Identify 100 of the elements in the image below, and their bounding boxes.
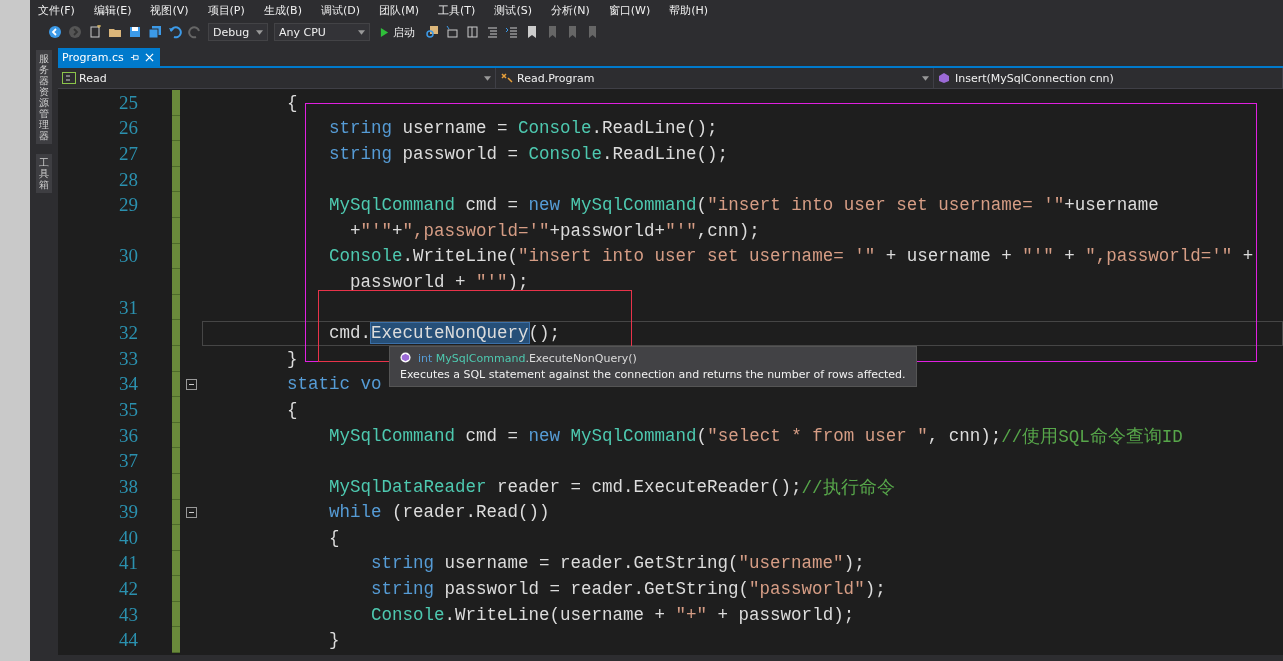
keyword-text: string bbox=[328, 144, 393, 164]
menu-item[interactable]: 工具(T) bbox=[438, 2, 476, 18]
menu-item[interactable]: 生成(B) bbox=[263, 2, 302, 18]
code-text: + username + bbox=[884, 246, 1013, 267]
code-text: reader = cmd.ExecuteReader(); bbox=[496, 476, 802, 497]
line-number: 25 bbox=[118, 91, 138, 114]
code-text: .ReadLine(); bbox=[591, 118, 718, 139]
type-dropdown[interactable]: Read.Program bbox=[496, 68, 934, 88]
collapse-icon[interactable] bbox=[185, 506, 197, 518]
line-number: 26 bbox=[118, 117, 138, 140]
keyword-text: new bbox=[528, 425, 561, 446]
save-icon[interactable] bbox=[128, 25, 142, 39]
document-tab[interactable]: Program.cs bbox=[58, 48, 160, 66]
type-name: Console bbox=[328, 246, 403, 267]
line-number: 36 bbox=[118, 424, 138, 447]
string-literal: "select * from user " bbox=[707, 425, 928, 446]
keyword-text: string bbox=[370, 579, 435, 600]
string-literal: "insert into user set username= '" bbox=[518, 246, 876, 267]
keyword-text: string bbox=[328, 118, 393, 139]
menu-item[interactable]: 团队(M) bbox=[379, 2, 420, 18]
keyword-text: int bbox=[418, 352, 434, 365]
menu-item[interactable]: 分析(N) bbox=[550, 2, 590, 18]
caret-icon bbox=[358, 29, 365, 35]
code-text: } bbox=[328, 630, 340, 651]
undo-icon[interactable] bbox=[168, 25, 182, 39]
string-literal: ",passworld='" bbox=[402, 220, 550, 241]
layout-icon[interactable] bbox=[445, 25, 459, 39]
method-icon bbox=[938, 72, 952, 84]
code-text: + bbox=[1241, 246, 1254, 267]
configuration-dropdown[interactable]: Debug bbox=[208, 23, 268, 41]
code-comment: //使用SQL命令查询ID bbox=[1001, 425, 1183, 448]
find-icon[interactable] bbox=[425, 25, 439, 39]
type-name: MySqlCommand bbox=[328, 195, 456, 216]
code-text: + bbox=[349, 220, 361, 241]
code-text: { bbox=[328, 527, 340, 548]
code-text: +username bbox=[1064, 195, 1159, 216]
menu-item[interactable]: 视图(V) bbox=[150, 2, 189, 18]
code-text: cmd. bbox=[328, 323, 372, 344]
close-icon[interactable] bbox=[144, 52, 154, 62]
string-literal: "'" bbox=[476, 271, 508, 292]
code-text: .WriteLine( bbox=[402, 246, 519, 267]
string-literal: "'" bbox=[360, 220, 393, 241]
redo-icon[interactable] bbox=[188, 25, 202, 39]
code-text: + bbox=[1063, 246, 1076, 267]
side-panel-tab[interactable]: 工具箱 bbox=[36, 154, 52, 193]
member-dropdown[interactable]: Insert(MySqlConnection cnn) bbox=[934, 68, 1283, 88]
save-all-icon[interactable] bbox=[148, 25, 162, 39]
code-text: { bbox=[286, 399, 298, 420]
line-number: 27 bbox=[118, 143, 138, 165]
menu-item[interactable]: 测试(S) bbox=[494, 2, 532, 18]
code-text: ); bbox=[864, 579, 886, 600]
type-name: MySqlCommand bbox=[328, 425, 456, 446]
new-project-icon[interactable] bbox=[88, 25, 102, 39]
menu-item[interactable]: 窗口(W) bbox=[608, 2, 651, 18]
menu-item[interactable]: 文件(F) bbox=[38, 2, 75, 18]
menu-item[interactable]: 编辑(E) bbox=[93, 2, 132, 18]
uncomment-lines-icon[interactable] bbox=[505, 25, 519, 39]
line-number: 39 bbox=[118, 501, 138, 524]
code-text: .ReadLine(); bbox=[602, 144, 729, 164]
menu-item[interactable]: 调试(D) bbox=[320, 2, 360, 18]
line-number: 29 bbox=[118, 194, 138, 217]
code-text: + bbox=[392, 220, 403, 241]
keyword-text: string bbox=[370, 553, 435, 574]
menu-item[interactable]: 帮助(H) bbox=[669, 2, 709, 18]
code-text: .WriteLine(username + bbox=[444, 604, 667, 625]
comment-lines-icon[interactable] bbox=[485, 25, 499, 39]
code-text: } bbox=[286, 348, 298, 369]
type-name: MySqlCommand bbox=[435, 352, 526, 365]
type-name: MySqlDataReader bbox=[328, 476, 487, 497]
string-literal: "'" bbox=[1022, 246, 1054, 267]
line-number: 44 bbox=[118, 629, 138, 652]
collapse-icon[interactable] bbox=[185, 378, 197, 390]
line-number: 30 bbox=[118, 245, 138, 268]
code-text: ); bbox=[843, 553, 865, 574]
pin-icon[interactable] bbox=[129, 52, 139, 62]
keyword-text: static vo bbox=[286, 374, 382, 395]
line-number: 37 bbox=[118, 450, 138, 473]
code-text: passworld + bbox=[349, 271, 467, 292]
columns-icon[interactable] bbox=[465, 25, 479, 39]
line-number: 41 bbox=[118, 552, 138, 575]
bookmark-icon[interactable] bbox=[525, 25, 539, 39]
code-text: .ExecuteNonQuery() bbox=[525, 352, 637, 365]
code-comment: //执行命令 bbox=[801, 476, 895, 499]
code-text: ( bbox=[696, 195, 708, 216]
caret-icon bbox=[256, 29, 263, 35]
line-number: 28 bbox=[118, 168, 138, 191]
method-icon bbox=[400, 352, 411, 363]
selected-text: ExecuteNonQuery bbox=[371, 323, 529, 344]
menu-item[interactable]: 项目(P) bbox=[207, 2, 245, 18]
code-text: +passworld+ bbox=[549, 220, 666, 241]
code-text: cmd = bbox=[464, 425, 520, 446]
code-text: passworld = reader.GetString( bbox=[443, 579, 750, 600]
platform-dropdown[interactable]: Any CPU bbox=[274, 23, 370, 41]
code-text: passworld = bbox=[401, 144, 520, 164]
code-text: (reader.Read()) bbox=[391, 502, 550, 523]
project-dropdown[interactable]: Read bbox=[58, 68, 496, 88]
code-text: { bbox=[286, 92, 298, 113]
type-name: Console bbox=[528, 144, 603, 164]
start-button[interactable]: 启动 bbox=[376, 24, 419, 40]
side-panel-tab[interactable]: 服务器资源管理器 bbox=[36, 50, 52, 144]
